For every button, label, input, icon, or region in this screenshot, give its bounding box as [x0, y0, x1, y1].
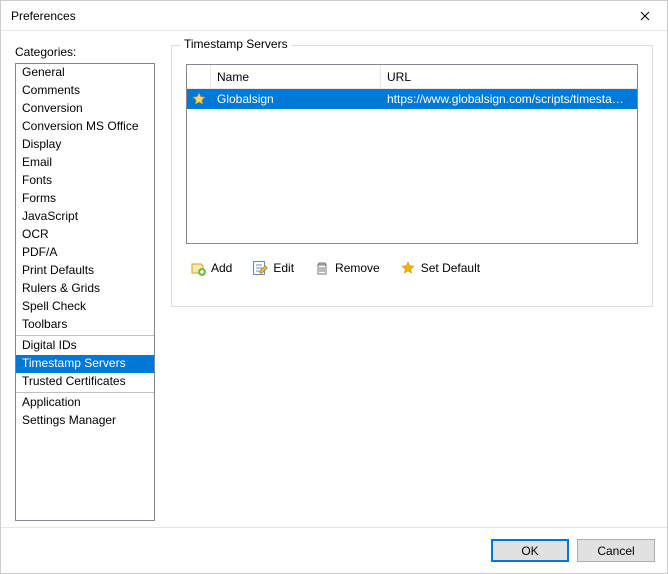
row-url-cell: https://www.globalsign.com/scripts/times… [381, 92, 637, 106]
category-item[interactable]: Display [16, 136, 154, 154]
dialog-body: Categories: GeneralCommentsConversionCon… [1, 31, 667, 527]
add-icon [190, 260, 206, 276]
category-item[interactable]: Timestamp Servers [16, 355, 154, 373]
category-item[interactable]: Trusted Certificates [16, 373, 154, 391]
col-default[interactable] [187, 65, 211, 88]
category-item[interactable]: Comments [16, 82, 154, 100]
titlebar: Preferences [1, 1, 667, 31]
list-separator [16, 335, 154, 336]
edit-icon [252, 260, 268, 276]
category-item[interactable]: Digital IDs [16, 337, 154, 355]
list-separator [16, 392, 154, 393]
add-button[interactable]: Add [186, 258, 236, 278]
row-name-cell: Globalsign [211, 92, 381, 106]
remove-button[interactable]: Remove [310, 258, 384, 278]
category-item[interactable]: Conversion [16, 100, 154, 118]
close-button[interactable] [622, 1, 667, 31]
star-icon [400, 260, 416, 276]
category-item[interactable]: Print Defaults [16, 262, 154, 280]
preferences-window: Preferences Categories: GeneralCommentsC… [0, 0, 668, 574]
row-default-cell [187, 92, 211, 106]
group-title: Timestamp Servers [180, 37, 292, 51]
servers-toolbar: Add Edit Remove Set Default [186, 258, 638, 278]
col-url[interactable]: URL [381, 65, 637, 88]
table-row[interactable]: Globalsignhttps://www.globalsign.com/scr… [187, 89, 637, 109]
categories-pane: Categories: GeneralCommentsConversionCon… [15, 45, 155, 521]
set-default-label: Set Default [421, 261, 480, 275]
remove-label: Remove [335, 261, 380, 275]
window-title: Preferences [11, 9, 622, 23]
default-star-icon [192, 92, 206, 106]
category-item[interactable]: PDF/A [16, 244, 154, 262]
settings-pane: Timestamp Servers Name URL Globalsignhtt… [171, 45, 653, 521]
categories-listbox[interactable]: GeneralCommentsConversionConversion MS O… [15, 63, 155, 521]
category-item[interactable]: Settings Manager [16, 412, 154, 430]
category-item[interactable]: Conversion MS Office [16, 118, 154, 136]
edit-button[interactable]: Edit [248, 258, 298, 278]
category-item[interactable]: Rulers & Grids [16, 280, 154, 298]
categories-label: Categories: [15, 45, 155, 59]
edit-label: Edit [273, 261, 294, 275]
category-item[interactable]: Spell Check [16, 298, 154, 316]
category-item[interactable]: General [16, 64, 154, 82]
table-rows: Globalsignhttps://www.globalsign.com/scr… [187, 89, 637, 243]
category-item[interactable]: Forms [16, 190, 154, 208]
timestamp-servers-group: Timestamp Servers Name URL Globalsignhtt… [171, 45, 653, 307]
category-item[interactable]: OCR [16, 226, 154, 244]
add-label: Add [211, 261, 232, 275]
cancel-button[interactable]: Cancel [577, 539, 655, 562]
ok-button[interactable]: OK [491, 539, 569, 562]
dialog-footer: OK Cancel [1, 527, 667, 573]
col-name[interactable]: Name [211, 65, 381, 88]
remove-icon [314, 260, 330, 276]
servers-table[interactable]: Name URL Globalsignhttps://www.globalsig… [186, 64, 638, 244]
category-item[interactable]: Fonts [16, 172, 154, 190]
set-default-button[interactable]: Set Default [396, 258, 484, 278]
table-header: Name URL [187, 65, 637, 89]
close-icon [640, 11, 650, 21]
category-item[interactable]: Email [16, 154, 154, 172]
category-item[interactable]: Application [16, 394, 154, 412]
category-item[interactable]: Toolbars [16, 316, 154, 334]
category-item[interactable]: JavaScript [16, 208, 154, 226]
